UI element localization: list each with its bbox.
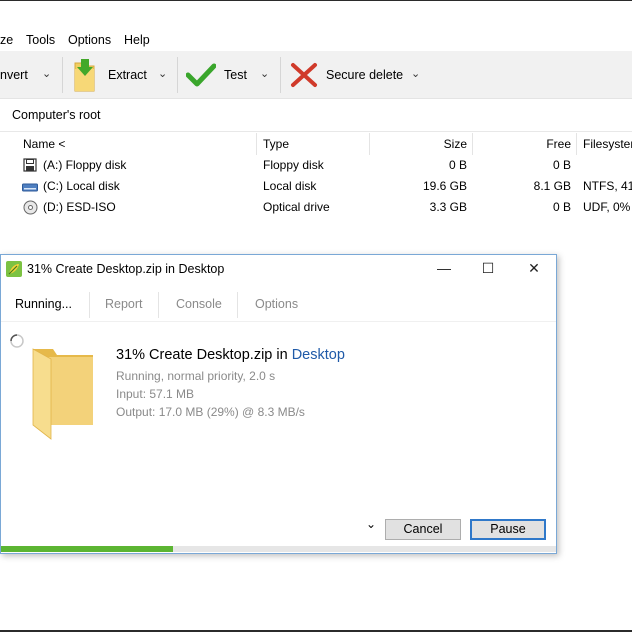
optical-drive-icon [23,200,38,215]
dialog-tabs: Running... Report Console Options [1,289,556,322]
drive-free: 0 B [552,158,571,172]
progress-bar [1,546,556,552]
tab-running[interactable]: Running... [15,297,72,311]
window-top-border [0,0,632,1]
status-output: Output: 17.0 MB (29%) @ 8.3 MB/s [116,405,305,419]
convert-button[interactable]: nvert [0,51,28,98]
convert-label: nvert [0,67,28,82]
more-options-chevron-icon[interactable]: ⌄ [366,517,376,531]
folder-icon [31,345,95,441]
status-input: Input: 57.1 MB [116,387,195,401]
maximize-button[interactable]: ☐ [478,260,498,278]
column-divider[interactable] [369,133,370,155]
close-button[interactable]: ✕ [524,260,544,278]
menu-bar: ze Tools Options Help [0,31,632,51]
progress-dialog: 31% Create Desktop.zip in Desktop — ☐ ✕ … [0,254,557,554]
tab-options[interactable]: Options [255,297,298,311]
secure-delete-button[interactable]: Secure delete [290,51,403,98]
drive-name: (A:) Floppy disk [43,158,127,172]
tab-divider [89,292,90,318]
drive-type: Local disk [263,179,317,193]
toolbar: nvert ⌄ Extract ⌄ Test ⌄ Secure delete ⌄ [0,51,632,99]
tab-console[interactable]: Console [176,297,222,311]
column-header-size[interactable]: Size [380,137,467,151]
tab-report[interactable]: Report [105,297,143,311]
convert-dropdown-chevron-icon[interactable]: ⌄ [42,67,51,80]
table-row[interactable]: (A:) Floppy disk Floppy disk 0 B 0 B [0,155,632,176]
column-divider[interactable] [576,133,577,155]
drive-type: Optical drive [263,200,330,214]
drive-size: 3.3 GB [429,200,467,214]
secure-delete-dropdown-chevron-icon[interactable]: ⌄ [411,67,420,80]
extract-icon [72,57,98,93]
cancel-button[interactable]: Cancel [385,519,461,540]
drive-size: 19.6 GB [422,179,467,193]
dialog-title: 31% Create Desktop.zip in Desktop [27,262,225,276]
minimize-button[interactable]: — [434,260,454,278]
test-label: Test [224,67,247,82]
pause-button[interactable]: Pause [470,519,546,540]
drive-filesystem: UDF, 0% f [583,200,632,214]
floppy-disk-icon [23,158,37,172]
extract-dropdown-chevron-icon[interactable]: ⌄ [158,67,167,80]
local-disk-icon [22,181,38,192]
toolbar-separator [62,57,63,93]
drive-size: 0 B [448,158,467,172]
extract-label: Extract [108,67,147,82]
toolbar-separator [280,57,281,93]
test-button[interactable]: Test [185,51,247,98]
column-header-type[interactable]: Type [263,137,289,151]
table-header: Name < Type Size Free Filesyster [0,131,632,156]
test-dropdown-chevron-icon[interactable]: ⌄ [260,67,269,80]
menu-help[interactable]: Help [124,33,150,47]
drive-name: (C:) Local disk [43,179,120,193]
menu-tools[interactable]: Tools [26,33,55,47]
column-header-free[interactable]: Free [480,137,571,151]
app-logo-icon [6,261,22,277]
menu-organize[interactable]: ze [0,33,13,47]
column-header-name[interactable]: Name < [23,137,65,151]
table-row[interactable]: (D:) ESD-ISO Optical drive 3.3 GB 0 B UD… [0,197,632,218]
status-priority: Running, normal priority, 2.0 s [116,369,276,383]
address-breadcrumb[interactable]: Computer's root [12,108,101,122]
status-title: 31% Create Desktop.zip in Desktop [116,347,345,363]
toolbar-separator [177,57,178,93]
column-header-filesystem[interactable]: Filesyster [583,137,632,151]
drive-free: 0 B [552,200,571,214]
red-x-icon [290,62,318,88]
tab-divider [237,292,238,318]
loading-spinner-icon [9,333,25,349]
drive-filesystem: NTFS, 41% [583,179,632,193]
tab-divider [158,292,159,318]
status-title-text: 31% Create Desktop.zip in [116,347,292,363]
drive-name: (D:) ESD-ISO [43,200,116,214]
column-divider[interactable] [472,133,473,155]
progress-bar-fill [1,546,173,552]
table-row[interactable]: (C:) Local disk Local disk 19.6 GB 8.1 G… [0,176,632,197]
menu-options[interactable]: Options [68,33,111,47]
column-divider[interactable] [256,133,257,155]
destination-link[interactable]: Desktop [292,347,345,363]
drive-free: 8.1 GB [533,179,571,193]
checkmark-icon [185,62,217,88]
drive-type: Floppy disk [263,158,324,172]
secure-delete-label: Secure delete [326,67,404,82]
extract-button[interactable]: Extract [72,51,147,98]
